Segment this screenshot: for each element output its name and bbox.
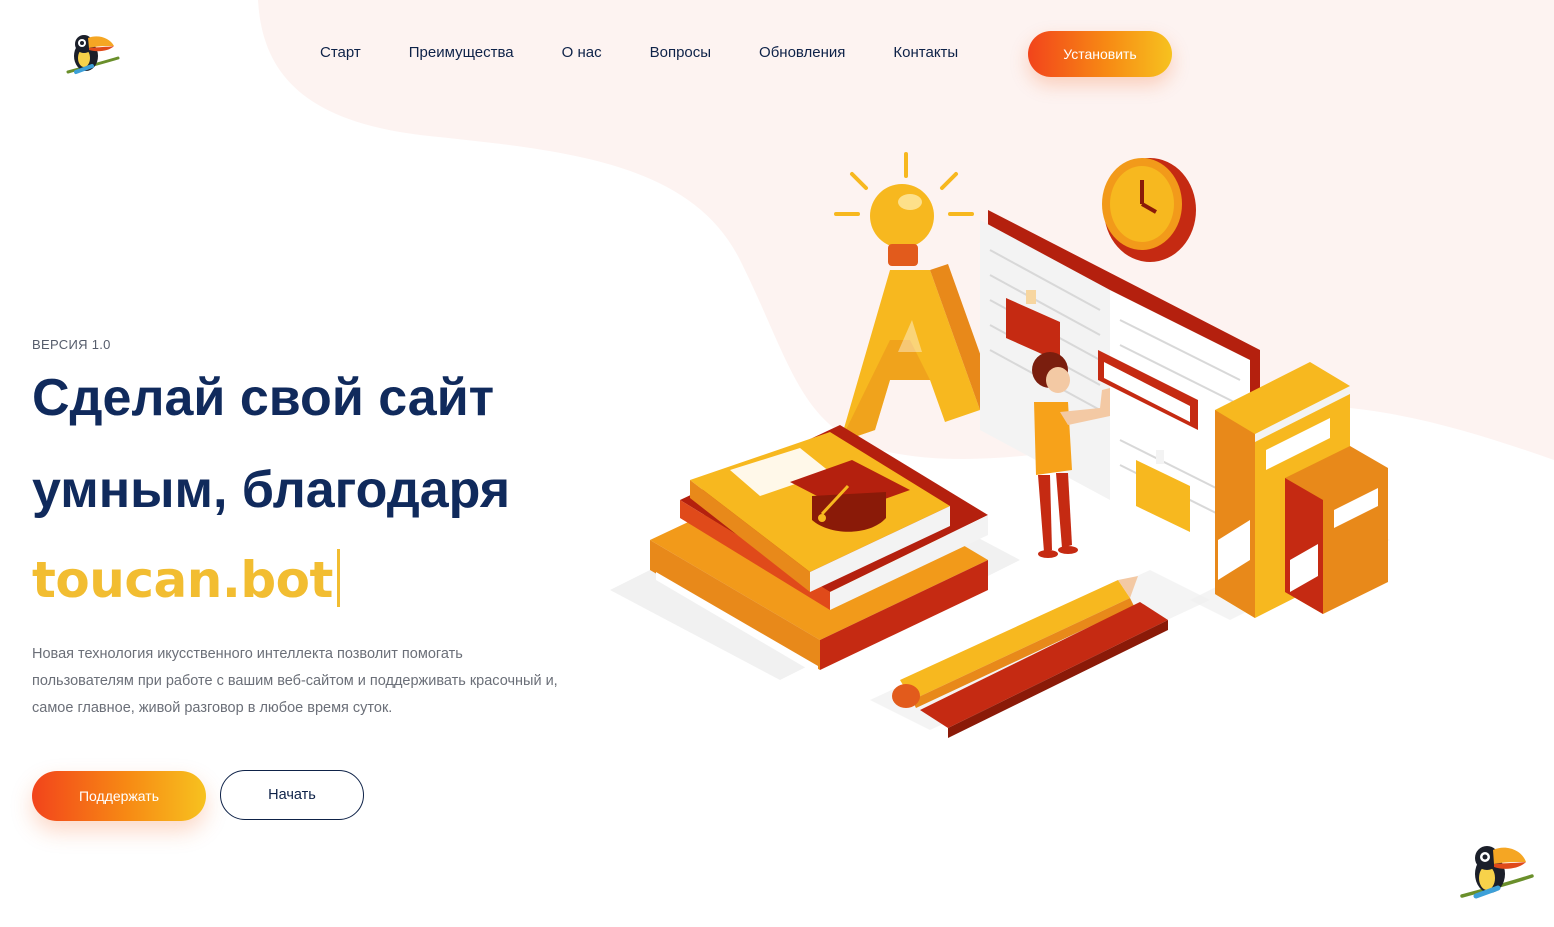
brand-text: toucan.bot	[32, 551, 333, 609]
typing-caret	[336, 549, 340, 607]
support-button[interactable]: Поддержать	[32, 771, 206, 821]
headline-line-1: Сделай свой сайт	[32, 369, 495, 427]
nav-item-faq[interactable]: Вопросы	[650, 44, 711, 61]
education-illustration	[610, 152, 1390, 738]
nav-item-about[interactable]: О нас	[562, 44, 602, 61]
version-label: ВЕРСИЯ 1.0	[32, 337, 111, 352]
brand-typed-text: toucan.bot	[32, 549, 340, 609]
start-button[interactable]: Начать	[220, 770, 364, 820]
toucan-chat-widget-icon[interactable]	[1458, 838, 1536, 908]
description-line-3: самое главное, живой разговор в любое вр…	[32, 700, 393, 716]
nav-item-contacts[interactable]: Контакты	[893, 44, 958, 61]
hero-description: Новая технология икусственного интеллект…	[32, 641, 602, 722]
headline-line-2: умным, благодаря	[32, 461, 511, 519]
nav-item-updates[interactable]: Обновления	[759, 44, 845, 61]
description-line-1: Новая технология икусственного интеллект…	[32, 646, 463, 662]
toucan-logo-icon[interactable]	[62, 28, 122, 80]
nav-item-advantages[interactable]: Преимущества	[409, 44, 514, 61]
main-nav: Старт Преимущества О нас Вопросы Обновле…	[320, 44, 1006, 61]
install-button[interactable]: Установить	[1028, 31, 1172, 77]
description-line-2: пользователям при работе с вашим веб-сай…	[32, 673, 558, 689]
nav-item-start[interactable]: Старт	[320, 44, 361, 61]
